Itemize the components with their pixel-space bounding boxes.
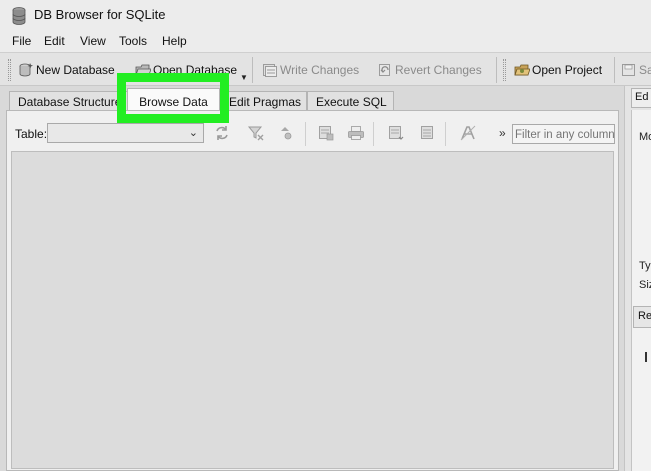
toolbar-separator xyxy=(373,122,374,146)
chevron-down-icon: ⌄ xyxy=(188,127,198,139)
toolbar-separator xyxy=(305,122,306,146)
window-title: DB Browser for SQLite xyxy=(34,7,166,22)
delete-record-icon[interactable] xyxy=(419,124,437,142)
open-project-button[interactable]: Open Project xyxy=(514,60,602,80)
title-bar: DB Browser for SQLite xyxy=(0,0,651,30)
dock-button[interactable]: Re xyxy=(633,306,651,328)
new-database-icon xyxy=(19,63,33,77)
save-project-icon xyxy=(622,64,635,76)
open-database-label: Open Database xyxy=(153,63,238,77)
open-database-icon xyxy=(135,64,151,76)
save-table-icon[interactable] xyxy=(317,124,335,142)
revert-changes-button[interactable]: Revert Changes xyxy=(377,60,482,80)
tab-database-structure[interactable]: Database Structure xyxy=(9,91,128,110)
write-changes-button[interactable]: Write Changes xyxy=(262,60,359,80)
more-tools-button[interactable]: » xyxy=(499,126,506,140)
menu-tools[interactable]: Tools xyxy=(119,34,147,48)
open-project-icon xyxy=(514,64,530,76)
open-database-dropdown-icon[interactable]: ▼ xyxy=(240,73,248,82)
menu-bar: File Edit View Tools Help xyxy=(0,30,651,52)
open-project-label: Open Project xyxy=(532,63,603,77)
refresh-icon[interactable] xyxy=(213,124,231,142)
main-toolbar: New Database Open Database ▼ Write Chang… xyxy=(0,52,651,86)
data-grid[interactable] xyxy=(11,151,614,469)
menu-view[interactable]: View xyxy=(80,34,106,48)
save-project-button[interactable]: Sa xyxy=(621,60,651,80)
revert-changes-icon xyxy=(379,64,390,76)
dock-tab-edit-cell[interactable]: Ed xyxy=(631,88,651,108)
font-format-icon[interactable] xyxy=(459,124,477,142)
dock-mark xyxy=(645,352,651,362)
toolbar-separator xyxy=(252,57,253,83)
print-icon[interactable] xyxy=(347,124,365,142)
revert-changes-label: Revert Changes xyxy=(395,63,482,77)
menu-edit[interactable]: Edit xyxy=(44,34,65,48)
tab-execute-sql[interactable]: Execute SQL xyxy=(307,91,394,110)
clear-filters-icon[interactable] xyxy=(247,124,265,142)
edit-cell-dock: Ed Mo Ty Siz Re xyxy=(624,86,651,471)
sort-icon[interactable] xyxy=(279,124,297,142)
browse-data-panel: Table: ⌄ » Filter in any column xyxy=(6,110,619,471)
table-select[interactable]: ⌄ xyxy=(47,123,204,143)
write-changes-icon xyxy=(263,64,277,77)
tab-browse-data[interactable]: Browse Data xyxy=(127,88,220,112)
toolbar-grip[interactable] xyxy=(8,59,11,81)
menu-help[interactable]: Help xyxy=(162,34,187,48)
toolbar-separator xyxy=(496,57,497,83)
open-database-button[interactable]: Open Database xyxy=(135,60,237,80)
new-record-icon[interactable] xyxy=(387,124,405,142)
toolbar-separator xyxy=(614,57,615,83)
write-changes-label: Write Changes xyxy=(280,63,360,77)
new-database-button[interactable]: New Database xyxy=(18,60,115,80)
dock-label-type: Ty xyxy=(639,260,651,272)
tab-edit-pragmas[interactable]: Edit Pragmas xyxy=(220,91,307,110)
main-tab-bar: Database Structure Browse Data Edit Prag… xyxy=(0,86,420,112)
dock-label-size: Siz xyxy=(639,279,651,291)
toolbar-grip[interactable] xyxy=(503,59,506,81)
dock-label-mode: Mo xyxy=(639,131,651,143)
filter-input[interactable] xyxy=(512,124,615,144)
toolbar-separator xyxy=(445,122,446,146)
new-database-label: New Database xyxy=(36,63,115,77)
menu-file[interactable]: File xyxy=(12,34,31,48)
table-label: Table: xyxy=(15,127,48,141)
database-icon xyxy=(12,7,26,25)
save-project-label: Sa xyxy=(639,63,651,77)
